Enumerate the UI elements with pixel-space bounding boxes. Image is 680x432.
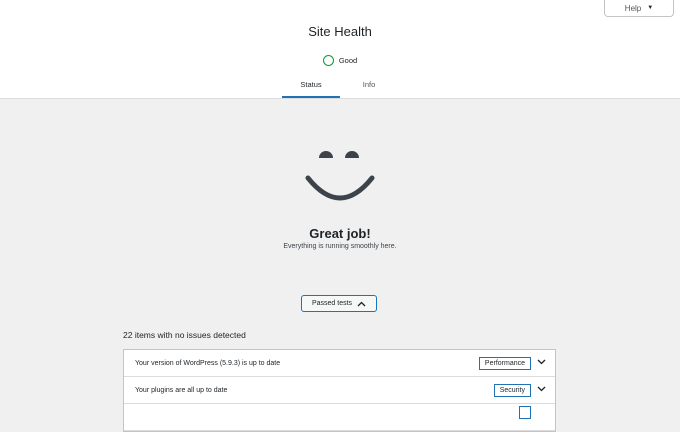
passed-tests-list: Your version of WordPress (5.9.3) is up … bbox=[123, 349, 556, 432]
list-item[interactable]: Your plugins are all up to date Security bbox=[124, 377, 555, 404]
chevron-down-icon[interactable] bbox=[537, 386, 546, 392]
status-circle-icon bbox=[322, 55, 334, 66]
item-badge bbox=[519, 406, 531, 419]
health-status: Good bbox=[0, 55, 680, 66]
help-label: Help bbox=[624, 3, 642, 13]
page-title: Site Health bbox=[308, 24, 372, 39]
passed-tests-button[interactable]: Passed tests bbox=[301, 295, 377, 312]
status-description: Everything is running smoothly here. bbox=[283, 243, 397, 250]
status-label: Good bbox=[338, 56, 358, 65]
passed-count: 22 items with no issues detected bbox=[123, 330, 246, 340]
great-job-heading: Great job! bbox=[309, 226, 371, 241]
item-badge: Performance bbox=[478, 356, 531, 370]
item-title: Your version of WordPress (5.9.3) is up … bbox=[135, 359, 281, 367]
item-title: Your plugins are all up to date bbox=[135, 386, 228, 394]
tab-bar: Status Info bbox=[0, 74, 680, 98]
smiley-icon bbox=[305, 151, 375, 201]
tab-status[interactable]: Status bbox=[282, 74, 340, 98]
list-item[interactable]: Your version of WordPress (5.9.3) is up … bbox=[124, 350, 555, 377]
chevron-up-icon bbox=[357, 301, 366, 306]
item-badge: Security bbox=[493, 383, 531, 397]
site-health-header: Help ▼ Site Health Good Status Info bbox=[0, 0, 680, 99]
passed-tests-label: Passed tests bbox=[311, 300, 353, 307]
list-item[interactable] bbox=[124, 404, 555, 431]
tab-info[interactable]: Info bbox=[340, 74, 398, 98]
chevron-down-icon[interactable] bbox=[537, 359, 546, 365]
caret-down-icon: ▼ bbox=[647, 5, 654, 11]
help-button[interactable]: Help ▼ bbox=[604, 0, 674, 17]
